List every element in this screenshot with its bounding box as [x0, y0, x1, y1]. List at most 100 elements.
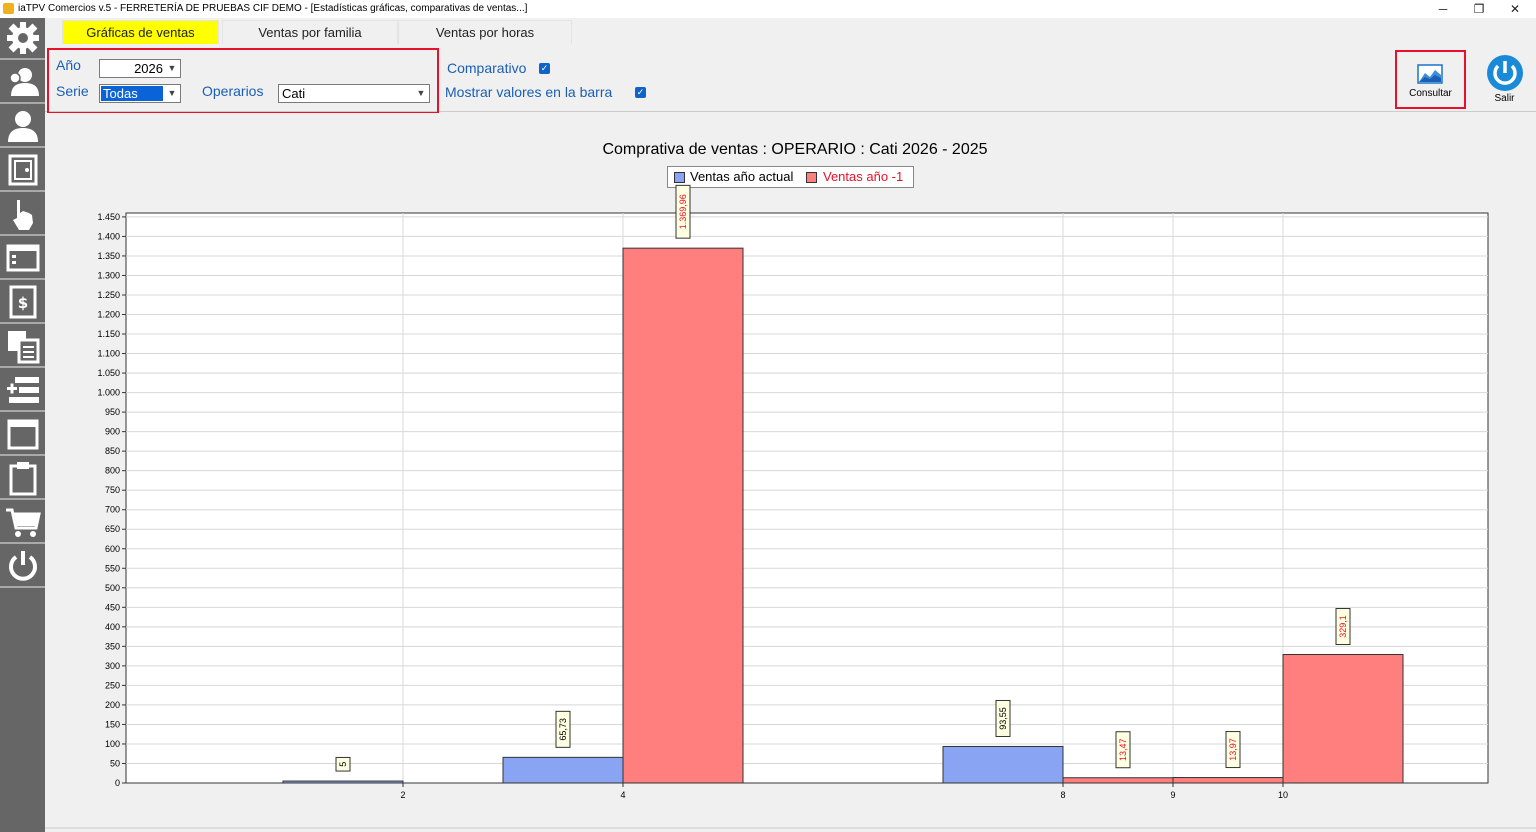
x-tick-label: 9 [1170, 790, 1175, 800]
invoice-icon: $ [9, 285, 36, 319]
y-tick-label: 900 [105, 427, 120, 437]
power-icon [1487, 55, 1523, 91]
y-tick-label: 400 [105, 622, 120, 632]
y-tick-label: 500 [105, 583, 120, 593]
anio-label: Año [56, 57, 81, 73]
close-button[interactable]: ✕ [1497, 0, 1533, 18]
sidebar-item-window[interactable] [0, 238, 45, 280]
salir-label: Salir [1494, 93, 1515, 104]
bar-previous [1062, 777, 1184, 784]
consultar-button[interactable]: Consultar [1395, 50, 1466, 109]
restore-button[interactable]: ❐ [1461, 0, 1497, 18]
sidebar-item-power[interactable] [0, 546, 45, 588]
y-tick-label: 1.250 [97, 290, 120, 300]
user-group-icon [8, 68, 39, 96]
chevron-down-icon: ▼ [167, 88, 177, 98]
power-icon [8, 551, 37, 581]
bar-chart: 0 50 100 150 200 250 300 350 400 450 500 550 600 650 7… [97, 184, 1489, 800]
mostrar-valores-checkbox[interactable]: ✓ [635, 87, 646, 98]
tab-graficas-ventas[interactable]: Gráficas de ventas [62, 20, 219, 44]
mostrar-valores-label: Mostrar valores en la barra [445, 84, 613, 100]
chevron-down-icon: ▼ [167, 63, 177, 73]
y-tick-label: 200 [105, 700, 120, 710]
bar-current [502, 756, 624, 784]
tab-ventas-familia[interactable]: Ventas por familia [222, 20, 398, 44]
window-title: iaTPV Comercios v.5 - FERRETERÍA DE PRUE… [18, 3, 528, 14]
value-label: 13,97 [1228, 738, 1238, 761]
clipboard-icon [9, 462, 36, 496]
bar-current [942, 745, 1064, 784]
y-tick-label: 850 [105, 446, 120, 456]
y-tick-label: 1.400 [97, 231, 120, 241]
sidebar-item-documents[interactable] [0, 326, 45, 368]
y-tick-label: 1.300 [97, 270, 120, 280]
sidebar-item-panel[interactable] [0, 414, 45, 456]
y-tick-label: 1.050 [97, 368, 120, 378]
operarios-select[interactable]: Cati ▼ [278, 84, 430, 103]
anio-value: 2026 [134, 61, 163, 76]
operarios-value: Cati [282, 86, 306, 101]
sidebar-item-cart[interactable] [0, 502, 45, 544]
x-tick-label: 4 [620, 790, 625, 800]
y-tick-label: 1.150 [97, 329, 120, 339]
filter-toolbar: Año 2026 ▼ Serie Todas ▼ Operarios Cati … [45, 44, 1536, 114]
y-tick-label: 550 [105, 563, 120, 573]
comparativo-checkbox[interactable]: ✓ [539, 63, 550, 74]
serie-value: Todas [101, 86, 163, 101]
y-tick-label: 1.450 [97, 212, 120, 222]
user-icon [7, 111, 38, 142]
sidebar-item-clipboard[interactable] [0, 458, 45, 500]
y-tick-label: 600 [105, 544, 120, 554]
filter-highlight-box [47, 48, 439, 114]
sidebar-item-settings[interactable] [0, 18, 45, 60]
sidebar-item-invoice[interactable]: $ [0, 282, 45, 324]
value-label: 13,47 [1118, 738, 1128, 761]
anio-select[interactable]: 2026 ▼ [99, 59, 181, 78]
app-icon [3, 3, 14, 14]
area-chart-icon [1417, 64, 1443, 84]
y-tick-label: 0 [115, 778, 120, 788]
value-label: 329,1 [1338, 615, 1348, 638]
bar-previous [622, 247, 744, 784]
y-tick-label: 450 [105, 602, 120, 612]
y-tick-label: 250 [105, 680, 120, 690]
y-tick-label: 150 [105, 719, 120, 729]
window-icon [6, 244, 39, 272]
safe-icon [8, 154, 37, 186]
chevron-down-icon: ▼ [416, 88, 426, 98]
sidebar-item-touch[interactable] [0, 194, 45, 236]
y-tick-label: 650 [105, 524, 120, 534]
y-tick-label: 800 [105, 466, 120, 476]
tab-ventas-horas[interactable]: Ventas por horas [398, 20, 572, 44]
value-label: 1.369,96 [678, 194, 688, 229]
minimize-button[interactable]: ─ [1425, 0, 1461, 18]
value-label: 93,55 [998, 707, 1008, 730]
operarios-label: Operarios [202, 83, 264, 99]
y-tick-label: 1.350 [97, 251, 120, 261]
bar-previous [1172, 777, 1294, 784]
sidebar-item-user[interactable] [0, 106, 45, 148]
y-tick-label: 750 [105, 485, 120, 495]
serie-select[interactable]: Todas ▼ [99, 84, 181, 103]
salir-button[interactable]: Salir [1482, 52, 1527, 108]
value-label: 65,73 [558, 718, 568, 741]
comparativo-label: Comparativo [447, 60, 527, 76]
bar-current [282, 780, 404, 784]
sidebar-item-safe[interactable] [0, 150, 45, 192]
title-bar: iaTPV Comercios v.5 - FERRETERÍA DE PRUE… [0, 0, 1536, 18]
bottom-divider [45, 827, 1536, 829]
chart-panel: Comprativa de ventas : OPERARIO : Cati 2… [45, 113, 1536, 832]
sidebar-item-clients[interactable] [0, 62, 45, 104]
hand-pointer-icon [12, 200, 33, 230]
sidebar-item-add-list[interactable] [0, 370, 45, 412]
y-tick-label: 1.000 [97, 388, 120, 398]
bar-previous [1282, 654, 1404, 784]
serie-label: Serie [56, 83, 89, 99]
gear-icon [6, 22, 39, 54]
y-tick-label: 950 [105, 407, 120, 417]
svg-text:$: $ [17, 294, 27, 312]
x-tick-label: 2 [400, 790, 405, 800]
panel-icon [7, 419, 38, 450]
consultar-label: Consultar [1409, 88, 1452, 99]
y-tick-label: 1.200 [97, 310, 120, 320]
